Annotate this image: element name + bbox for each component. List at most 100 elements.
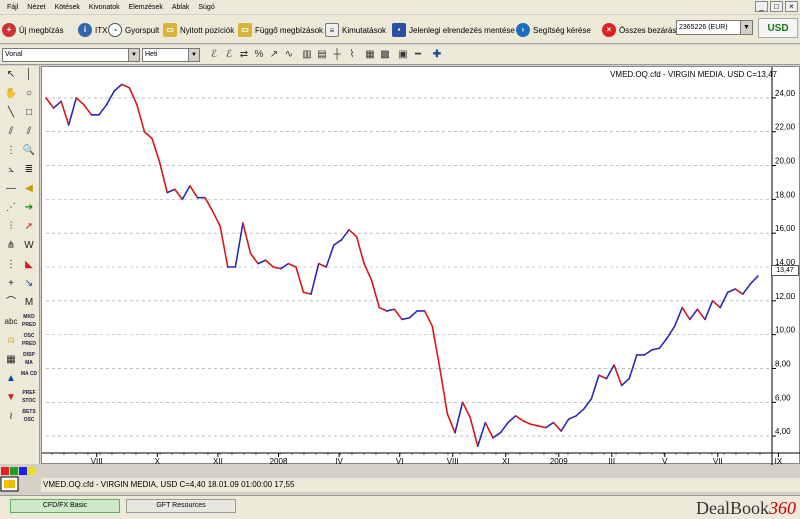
arrow-down-icon[interactable]: ◣ [20, 256, 38, 274]
menu-analysis[interactable]: Elemzések [129, 4, 163, 11]
zoom-out-icon[interactable]: ━ [411, 48, 425, 62]
vertical-line-icon[interactable]: │ [20, 66, 38, 84]
hand-icon[interactable]: ✋ [2, 85, 20, 103]
account-select[interactable]: 2365226 (EUR) ▼ [676, 20, 753, 35]
price-segment [681, 306, 691, 321]
price-segment [302, 291, 312, 295]
y-tick-label: 18,00 [775, 190, 796, 199]
restore-icon[interactable]: □ [770, 1, 783, 12]
line-chart-icon[interactable]: ⌇ [345, 48, 359, 62]
circle-icon[interactable]: ○ [20, 85, 38, 103]
gann-fan-icon[interactable]: ⋰ [2, 199, 20, 217]
color-palette[interactable] [0, 466, 40, 494]
candles-icon[interactable]: ▤ [315, 48, 329, 62]
price-segment [189, 185, 199, 199]
channel-icon[interactable]: ⫽ [20, 123, 38, 141]
percent-icon[interactable]: % [252, 48, 266, 62]
mkd-pred-tool[interactable]: MKD PRED [20, 313, 38, 331]
price-segment [651, 347, 661, 351]
period-select[interactable]: Heti ▼ [142, 48, 200, 62]
pref-stoc-tool[interactable]: PREF STOC [20, 389, 38, 407]
indicator2-icon[interactable]: ℰ [222, 48, 236, 62]
menu-help[interactable]: Súgó [198, 4, 214, 11]
close-all-button[interactable]: × Összes bezárása [602, 20, 681, 40]
grid-lines-icon[interactable]: ⋮ [2, 256, 20, 274]
price-segment [287, 262, 297, 268]
pending-orders-button[interactable]: ▭ Függő megbízások [238, 20, 323, 40]
arrow-right-icon[interactable]: ➔ [20, 199, 38, 217]
trend-icon[interactable]: ↗ [267, 48, 281, 62]
indicator-icon[interactable]: ℰ [207, 48, 221, 62]
itx-button[interactable]: i ITX [78, 20, 107, 40]
save-layout-button[interactable]: ▪ Jelenlegi elrendezés mentése [392, 20, 515, 40]
clipboard-icon[interactable]: ▣ [396, 48, 410, 62]
zoom-in-icon[interactable]: ✚ [430, 48, 444, 62]
fibonacci-icon[interactable]: ≣ [20, 161, 38, 179]
wave-pattern-icon[interactable]: W [20, 237, 38, 255]
menu-window[interactable]: Ablak [172, 4, 190, 11]
bets-osc-tool[interactable]: BETS OSC [20, 408, 38, 426]
menu-view[interactable]: Nézet [27, 4, 45, 11]
price-segment [348, 229, 358, 238]
trendline-icon[interactable]: ╲ [2, 104, 20, 122]
logo-number: 360 [769, 498, 796, 518]
dotted-grid-icon[interactable]: ⋮ [2, 142, 20, 160]
menu-file[interactable]: Fájl [7, 4, 18, 11]
speed-lines-icon[interactable]: ⋔ [2, 237, 20, 255]
currency-badge[interactable]: USD [758, 18, 798, 38]
new-order-button[interactable]: + Új megbízás [2, 20, 63, 40]
tab-cfd-fx-basic[interactable]: CFD/FX Basic [10, 499, 120, 513]
bell-icon[interactable]: ⍝ [2, 332, 20, 350]
minimize-icon[interactable]: _ [755, 1, 768, 12]
price-segment [582, 398, 593, 410]
osc-pred-tool[interactable]: OSC PRED [20, 332, 38, 350]
up-arrow-icon[interactable]: ▲ [2, 370, 20, 388]
help-request-button[interactable]: › Segítség kérése [516, 20, 591, 40]
crosshair-icon[interactable]: + [2, 275, 20, 293]
ma-cd-tool[interactable]: MA CD [20, 370, 38, 388]
magnifier-icon[interactable]: 🔍 [20, 142, 38, 160]
itx-label: ITX [95, 25, 108, 35]
x-tick-label: IV [335, 457, 343, 465]
grid-icon[interactable]: ▩ [378, 48, 392, 62]
zigzag-icon[interactable]: ↘ [20, 275, 38, 293]
fan-icon[interactable]: ⦣ [2, 161, 20, 179]
ray-icon[interactable]: — [2, 180, 20, 198]
menu-trades[interactable]: Kötések [55, 4, 80, 11]
rectangle-icon[interactable]: □ [20, 104, 38, 122]
arrow-left-icon[interactable]: ◀ [20, 180, 38, 198]
price-chart[interactable]: 4,00 6,00 8,00 10,00 12,00 14,00 16,00 18,00 20,… [41, 66, 800, 465]
calculator-icon[interactable]: ▦ [2, 351, 20, 369]
cycles-icon[interactable]: ⫶ [2, 218, 20, 236]
properties-icon[interactable]: ▦ [363, 48, 377, 62]
tab-gft-resources[interactable]: GFT Resources [126, 499, 236, 513]
bars-icon[interactable]: ▥ [300, 48, 314, 62]
account-value: 2365226 (EUR) [679, 24, 728, 31]
chart-canvas[interactable]: 4,006,008,0010,0012,0014,0016,0018,0020,… [42, 67, 800, 465]
pointer-icon[interactable]: ↖ [2, 66, 20, 84]
price-segment [454, 401, 464, 434]
y-tick-label: 24,00 [775, 89, 796, 98]
chart-type-select[interactable]: Vonal ▼ [2, 48, 140, 62]
y-tick-label: 16,00 [775, 224, 796, 233]
m-pattern-icon[interactable]: M [20, 294, 38, 312]
arc-icon[interactable]: ⌒ [2, 294, 20, 312]
compare-icon[interactable]: ⇄ [237, 48, 251, 62]
parallel-icon[interactable]: ⫽ [2, 123, 20, 141]
disp-ma-tool[interactable]: DISP MA [20, 351, 38, 369]
statements-button[interactable]: ≡ Kimutatások [325, 20, 386, 40]
open-positions-button[interactable]: ▭ Nyitott pozíciók [163, 20, 234, 40]
x-tick-label: IX [775, 457, 783, 465]
arrow-up-icon[interactable]: ➚ [20, 218, 38, 236]
price-segment [60, 100, 70, 126]
price-segment [128, 86, 138, 106]
quick-dash-button[interactable]: ◔ Gyorspult [108, 20, 159, 40]
close-icon[interactable]: × [785, 1, 798, 12]
chevron-down-icon: ▼ [188, 49, 199, 61]
text-tool[interactable]: abc [2, 313, 20, 331]
menu-statements[interactable]: Kivonatok [89, 4, 120, 11]
ohlc-icon[interactable]: ┼ [330, 48, 344, 62]
down-arrow-icon[interactable]: ▼ [2, 389, 20, 407]
squiggle-icon[interactable]: ≀ [2, 408, 20, 426]
wave-icon[interactable]: ∿ [282, 48, 296, 62]
